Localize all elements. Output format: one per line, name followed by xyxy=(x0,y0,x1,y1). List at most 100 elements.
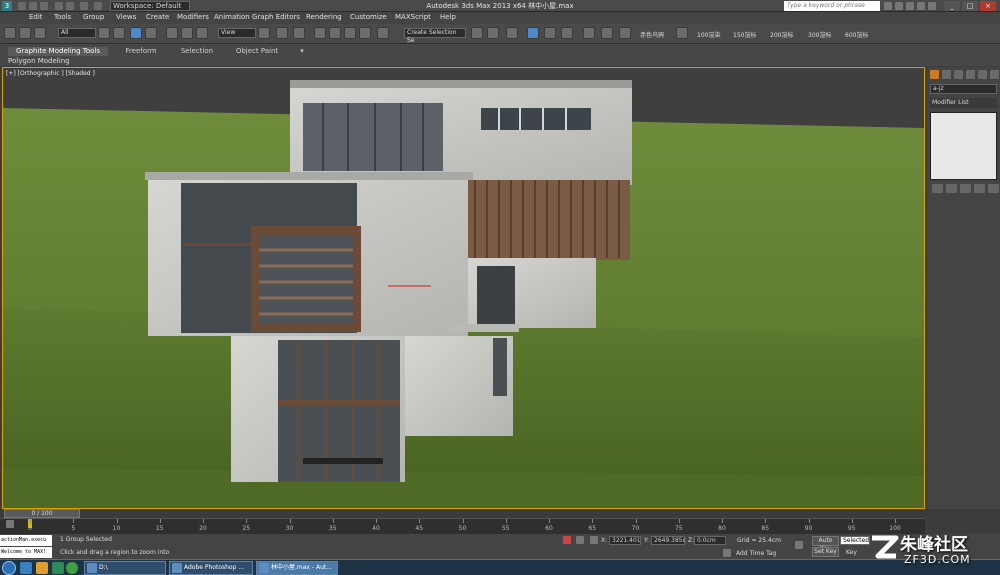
configure-modifier-sets-icon[interactable] xyxy=(988,184,999,193)
custom-button-100[interactable]: 100渲染 xyxy=(697,30,720,39)
viewport-label[interactable]: [+] [Orthographic ] [Shaded ] xyxy=(6,70,95,77)
select-scale-icon[interactable] xyxy=(196,27,208,39)
curve-editor-icon[interactable] xyxy=(544,27,556,39)
pin-stack-icon[interactable] xyxy=(932,184,943,193)
select-move-icon[interactable] xyxy=(166,27,178,39)
menu-edit[interactable]: Edit xyxy=(29,13,43,21)
show-end-result-icon[interactable] xyxy=(946,184,957,193)
modifier-stack[interactable] xyxy=(930,112,997,180)
create-tab-icon[interactable] xyxy=(930,70,939,79)
taskbar-item-photoshop[interactable]: Adobe Photoshop ... xyxy=(169,561,253,575)
angle-snap-icon[interactable] xyxy=(329,27,341,39)
menu-group[interactable]: Group xyxy=(83,13,104,21)
mini-curve-editor-icon[interactable] xyxy=(6,520,14,528)
key-filter-dropdown[interactable]: Selected xyxy=(840,536,870,545)
make-unique-icon[interactable] xyxy=(960,184,971,193)
minimize-button[interactable]: _ xyxy=(944,1,960,11)
ie-icon[interactable] xyxy=(20,562,32,574)
custom-button-150[interactable]: 150渲标 xyxy=(733,30,756,39)
custom-button-300[interactable]: 300渲标 xyxy=(808,30,831,39)
tab-freeform[interactable]: Freeform xyxy=(118,47,164,56)
render-setup-icon[interactable] xyxy=(601,27,613,39)
ribbon-options-icon[interactable]: ▾ xyxy=(292,47,312,56)
start-button[interactable] xyxy=(2,561,16,575)
tab-selection[interactable]: Selection xyxy=(174,47,220,56)
graphite-modeling-toggle-icon[interactable] xyxy=(527,27,539,39)
tab-object-paint[interactable]: Object Paint xyxy=(230,47,284,56)
subscription-icon[interactable] xyxy=(895,2,903,10)
object-name-field[interactable]: a-jz xyxy=(930,84,997,94)
menu-tools[interactable]: Tools xyxy=(54,13,71,21)
modifier-list-dropdown[interactable]: Modifier List xyxy=(930,98,997,108)
time-slider[interactable]: 0 / 100 xyxy=(0,509,925,518)
menu-customize[interactable]: Customize xyxy=(350,13,387,21)
selection-filter-dropdown[interactable]: All xyxy=(58,28,96,38)
motion-tab-icon[interactable] xyxy=(966,70,975,79)
teapot-render-icon[interactable] xyxy=(676,27,688,39)
search-icon[interactable] xyxy=(884,2,892,10)
rendered-frame-window-icon[interactable] xyxy=(619,27,631,39)
keyboard-shortcut-override-icon[interactable] xyxy=(293,27,305,39)
remove-modifier-icon[interactable] xyxy=(974,184,985,193)
schematic-view-icon[interactable] xyxy=(561,27,573,39)
isolate-selection-icon[interactable] xyxy=(576,536,584,544)
reference-coordinate-dropdown[interactable]: View xyxy=(218,28,256,38)
percent-snap-icon[interactable] xyxy=(344,27,356,39)
communication-icon[interactable] xyxy=(906,2,914,10)
display-tab-icon[interactable] xyxy=(978,70,987,79)
menu-graph-editors[interactable]: Graph Editors xyxy=(252,13,300,21)
hierarchy-tab-icon[interactable] xyxy=(954,70,963,79)
unlink-icon[interactable] xyxy=(19,27,31,39)
named-selection-set-dropdown[interactable]: Create Selection Se xyxy=(404,28,466,44)
rectangular-selection-icon[interactable] xyxy=(130,27,142,39)
time-tag-icon[interactable] xyxy=(723,549,731,557)
menu-rendering[interactable]: Rendering xyxy=(306,13,342,21)
select-object-icon[interactable] xyxy=(98,27,110,39)
tab-graphite-modeling-tools[interactable]: Graphite Modeling Tools xyxy=(8,47,108,56)
select-by-name-icon[interactable] xyxy=(113,27,125,39)
menu-create[interactable]: Create xyxy=(146,13,169,21)
custom-button-600[interactable]: 600渲标 xyxy=(845,30,868,39)
maxscript-listener-line-1[interactable]: actionMan.execu xyxy=(0,535,52,546)
orthographic-viewport[interactable]: [+] [Orthographic ] [Shaded ] xyxy=(2,67,925,509)
help-icon[interactable] xyxy=(928,2,936,10)
add-time-tag-button[interactable]: Add Time Tag xyxy=(736,550,776,557)
lock-selection-icon[interactable] xyxy=(563,536,571,544)
edit-named-selection-icon[interactable] xyxy=(377,27,389,39)
taskbar-item-folder[interactable]: D:\ xyxy=(84,561,166,575)
key-filters-button[interactable]: Key xyxy=(846,549,857,556)
mirror-icon[interactable] xyxy=(471,27,483,39)
z-coord-field[interactable]: 0.0cm xyxy=(694,536,726,545)
pivot-center-icon[interactable] xyxy=(258,27,270,39)
menu-views[interactable]: Views xyxy=(116,13,136,21)
modify-tab-icon[interactable] xyxy=(942,70,951,79)
select-rotate-icon[interactable] xyxy=(181,27,193,39)
select-link-icon[interactable] xyxy=(4,27,16,39)
menu-animation[interactable]: Animation xyxy=(214,13,250,21)
auto-key-button[interactable]: Auto Key xyxy=(812,536,839,552)
menu-maxscript[interactable]: MAXScript xyxy=(395,13,431,21)
explorer-icon[interactable] xyxy=(36,562,48,574)
material-editor-icon[interactable] xyxy=(583,27,595,39)
set-key-button[interactable]: Set Key xyxy=(812,547,839,557)
manipulate-icon[interactable] xyxy=(276,27,288,39)
maximize-button[interactable]: □ xyxy=(962,1,978,11)
snaps-toggle-icon[interactable] xyxy=(314,27,326,39)
utilities-tab-icon[interactable] xyxy=(990,70,999,79)
y-coord-field[interactable]: 2649.385c xyxy=(651,536,686,545)
bind-space-warp-icon[interactable] xyxy=(34,27,46,39)
window-crossing-icon[interactable] xyxy=(145,27,157,39)
align-icon[interactable] xyxy=(487,27,499,39)
spinner-snap-icon[interactable] xyxy=(359,27,371,39)
chrome-icon[interactable] xyxy=(66,562,78,574)
menu-help[interactable]: Help xyxy=(440,13,456,21)
viewport-scene[interactable] xyxy=(3,68,925,509)
menu-modifiers[interactable]: Modifiers xyxy=(177,13,209,21)
search-input[interactable]: Type a keyword or phrase xyxy=(784,1,880,11)
layer-manager-icon[interactable] xyxy=(506,27,518,39)
absolute-mode-icon[interactable] xyxy=(590,536,598,544)
player-icon[interactable] xyxy=(52,562,64,574)
custom-button-200[interactable]: 200渲标 xyxy=(770,30,793,39)
taskbar-item-3dsmax[interactable]: 林中小屋.max - Aut... xyxy=(256,561,338,575)
track-bar[interactable]: 0 5 10 15 20 25 30 35 40 45 50 55 60 65 70 75 80 85 90 95 10… xyxy=(0,518,925,534)
